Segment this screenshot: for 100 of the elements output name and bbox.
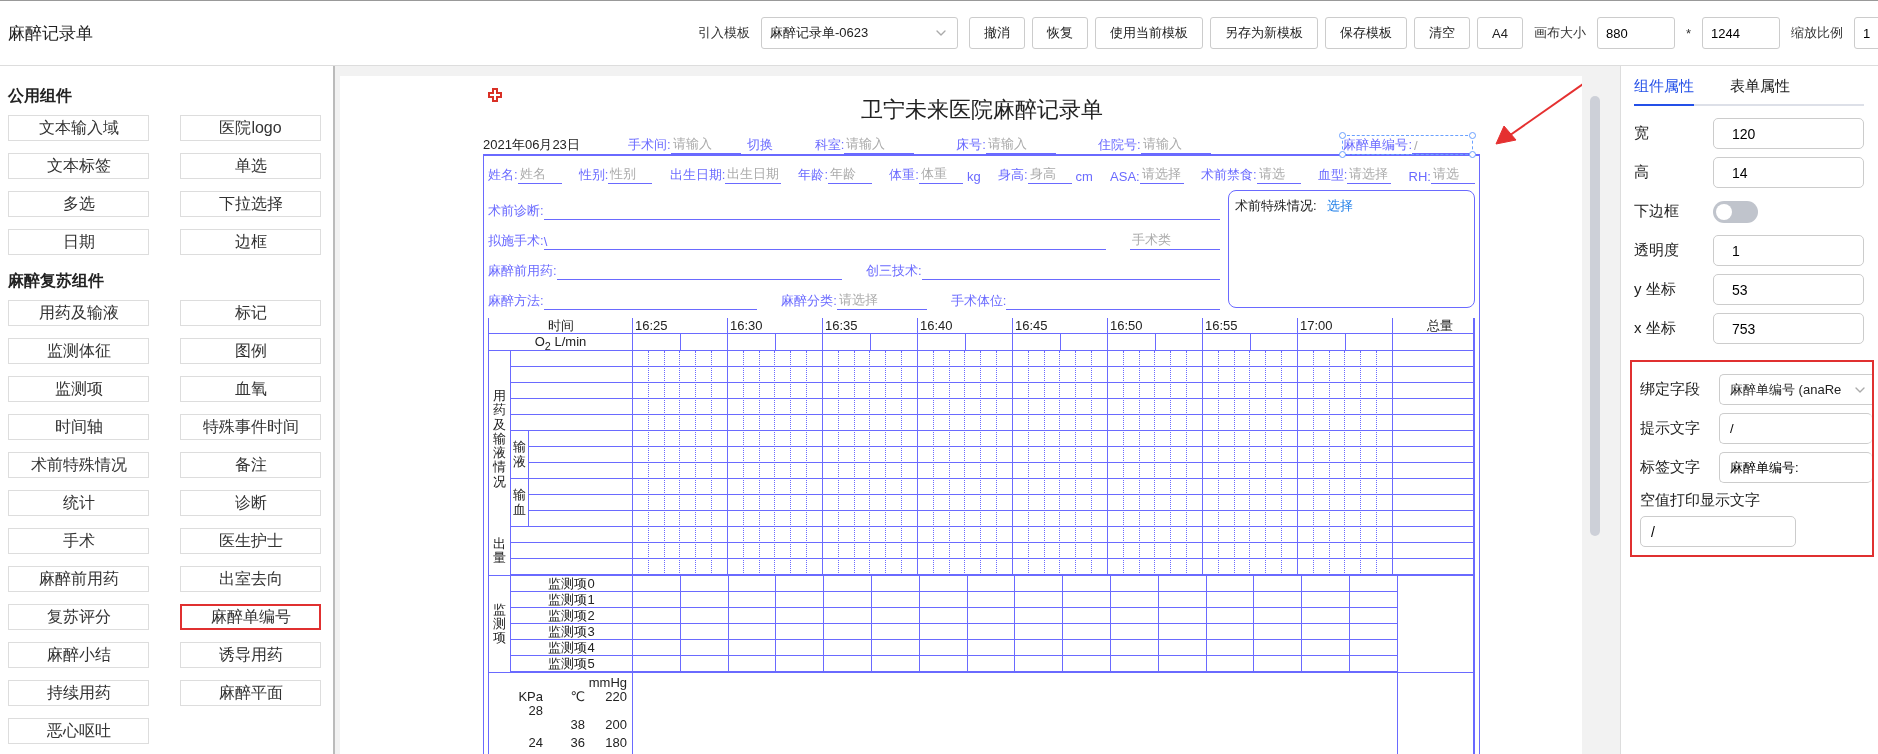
- form-field[interactable]: 术前禁食:请选: [1200, 165, 1301, 184]
- component-item[interactable]: 标记: [180, 300, 321, 326]
- toolbar-button[interactable]: 使用当前模板: [1095, 17, 1204, 49]
- form-field[interactable]: 年龄:年龄: [798, 165, 873, 184]
- toolbar-button[interactable]: 保存模板: [1325, 17, 1408, 49]
- time-header-cell: 16:55: [1203, 318, 1298, 333]
- time-header-cell: 16:45: [1013, 318, 1108, 333]
- form-field[interactable]: 术前诊断:: [488, 202, 1220, 220]
- component-item[interactable]: 边框: [180, 229, 321, 255]
- canvas-height-field[interactable]: 1244: [1702, 17, 1780, 49]
- field-select[interactable]: 麻醉单编号 (anaRe: [1719, 374, 1872, 405]
- property-field[interactable]: 1: [1713, 235, 1864, 266]
- form-field[interactable]: 出生日期:出生日期: [669, 165, 782, 184]
- component-item[interactable]: 监测项: [8, 376, 149, 402]
- time-header-cell: 16:35: [823, 318, 918, 333]
- canvas-width-field[interactable]: 880: [1596, 17, 1675, 49]
- component-item[interactable]: 下拉选择: [180, 191, 321, 217]
- select-link[interactable]: 选择: [1326, 197, 1353, 215]
- section-title: 公用组件: [8, 86, 73, 106]
- property-label: 透明度: [1634, 241, 1680, 260]
- form-field[interactable]: 拟施手术:\: [488, 232, 1106, 250]
- component-item[interactable]: 用药及输液: [8, 300, 149, 326]
- component-item[interactable]: 时间轴: [8, 414, 149, 440]
- component-item[interactable]: 医生护士: [180, 528, 321, 554]
- form-field[interactable]: 麻醉前用药:: [488, 262, 842, 280]
- monitor-item-label: 监测项2: [511, 608, 632, 624]
- component-item[interactable]: 监测体征: [8, 338, 149, 364]
- monitor-item-label: 监测项1: [511, 592, 632, 608]
- axis-tick-label: 220: [605, 690, 627, 704]
- form-field[interactable]: 身高:身高 cm: [997, 165, 1093, 184]
- table-header-cell: 时间: [489, 318, 633, 333]
- toggle-switch[interactable]: [1713, 200, 1758, 223]
- component-item[interactable]: 单选: [180, 153, 321, 179]
- component-item[interactable]: 备注: [180, 452, 321, 478]
- property-label: x 坐标: [1634, 319, 1677, 338]
- form-field[interactable]: 麻醉分类:请选择: [781, 291, 927, 310]
- component-item[interactable]: 麻醉平面: [180, 680, 321, 706]
- toolbar-button[interactable]: A4: [1477, 17, 1523, 49]
- component-item[interactable]: 手术: [8, 528, 149, 554]
- form-field[interactable]: 姓名:姓名: [488, 165, 562, 184]
- template-select[interactable]: 麻醉记录单-0623: [761, 17, 959, 49]
- component-item[interactable]: 麻醉小结: [8, 642, 149, 668]
- component-item[interactable]: 文本输入域: [8, 115, 149, 141]
- sub-section-label: 输液: [513, 440, 526, 469]
- form-field[interactable]: 体重:体重 kg: [889, 165, 981, 184]
- component-item[interactable]: 恶心呕吐: [8, 718, 149, 744]
- toolbar-button[interactable]: 另存为新模板: [1210, 17, 1319, 49]
- property-field[interactable]: 753: [1713, 313, 1864, 344]
- component-item[interactable]: 麻醉单编号: [180, 604, 321, 630]
- component-item[interactable]: 图例: [180, 338, 321, 364]
- property-label: 宽: [1634, 124, 1650, 143]
- form-field[interactable]: 性别:性别: [578, 165, 653, 184]
- component-item[interactable]: 术前特殊情况: [8, 452, 149, 478]
- form-field[interactable]: RH:请选: [1408, 165, 1475, 184]
- sub-section-label: 输血: [513, 488, 526, 517]
- switch-link[interactable]: 切换: [746, 136, 773, 154]
- component-item[interactable]: 文本标签: [8, 153, 149, 179]
- axis-tick-label: 180: [604, 736, 627, 750]
- axis-tick-label: 28: [527, 704, 543, 718]
- form-field[interactable]: 创三技术:: [866, 262, 1220, 280]
- section-label: 出量: [493, 536, 506, 566]
- scrollbar-thumb[interactable]: [1590, 96, 1600, 536]
- component-item[interactable]: 血氧: [180, 376, 321, 402]
- form-field[interactable]: 床号:请输入: [956, 135, 1056, 154]
- component-item[interactable]: 麻醉前用药: [8, 566, 149, 592]
- form-field[interactable]: 麻醉方法:: [488, 292, 758, 310]
- component-item[interactable]: 诊断: [180, 490, 321, 516]
- property-field[interactable]: 120: [1713, 118, 1864, 149]
- component-item[interactable]: 日期: [8, 229, 149, 255]
- component-item[interactable]: 诱导用药: [180, 642, 321, 668]
- form-field[interactable]: 住院号:请输入: [1097, 135, 1211, 154]
- panel-tab[interactable]: 组件属性: [1634, 77, 1694, 106]
- time-header-cell: 16:50: [1108, 318, 1203, 333]
- form-field[interactable]: 科室:请输入: [814, 135, 915, 154]
- property-field[interactable]: 53: [1713, 274, 1864, 305]
- cross-icon: [488, 88, 502, 102]
- toolbar-button[interactable]: 清空: [1414, 17, 1471, 49]
- size-separator: *: [1685, 25, 1691, 41]
- property-field[interactable]: 14: [1713, 157, 1864, 188]
- component-item[interactable]: 特殊事件时间: [180, 414, 321, 440]
- toolbar-button[interactable]: 恢复: [1032, 17, 1089, 49]
- table-row-label: O$_{2}$ L/min: [489, 334, 633, 350]
- zoom-field[interactable]: 1: [1854, 17, 1878, 49]
- form-field[interactable]: 手术间:请输入 切换: [628, 135, 773, 154]
- component-item[interactable]: 持续用药: [8, 680, 149, 706]
- panel-tab[interactable]: 表单属性: [1730, 77, 1790, 106]
- component-item[interactable]: 出室去向: [180, 566, 321, 592]
- component-item[interactable]: 医院logo: [180, 115, 321, 141]
- property-field[interactable]: 麻醉单编号:: [1719, 452, 1872, 483]
- property-field[interactable]: /: [1640, 516, 1796, 547]
- property-field[interactable]: /: [1719, 413, 1872, 444]
- toolbar-button[interactable]: 撤消: [969, 17, 1026, 49]
- form-field[interactable]: ASA:请选择: [1110, 165, 1184, 184]
- monitor-item-label: 监测项4: [511, 640, 632, 656]
- component-item[interactable]: 复苏评分: [8, 604, 149, 630]
- component-item[interactable]: 多选: [8, 191, 149, 217]
- time-header-cell: 16:40: [918, 318, 1013, 333]
- component-item[interactable]: 统计: [8, 490, 149, 516]
- form-field[interactable]: 血型:请选择: [1317, 165, 1392, 184]
- form-field[interactable]: 手术体位:: [950, 292, 1220, 310]
